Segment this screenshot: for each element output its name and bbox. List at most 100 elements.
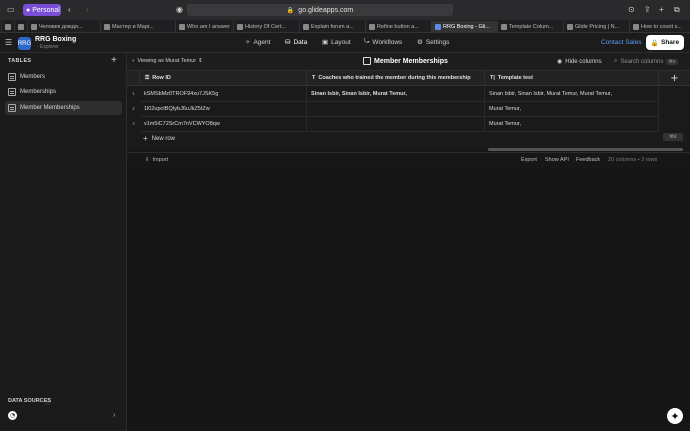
cell-coaches[interactable] (307, 102, 485, 117)
database-icon: ⛁ (285, 39, 291, 46)
tab[interactable]: Мастер и Марг... (100, 21, 175, 32)
favicon-icon (179, 23, 185, 30)
layout-icon: ▣ (322, 39, 329, 46)
column-row-counts: 20 columns • 3 rows (608, 157, 658, 163)
row-number: 1 (132, 91, 135, 96)
template-type-icon: T| (490, 75, 495, 81)
table-icon (8, 104, 16, 112)
table-icon (363, 57, 371, 65)
menu-icon[interactable]: ☰ (5, 38, 12, 47)
share-button[interactable]: 🔒 Share (646, 35, 684, 50)
add-table-icon[interactable]: + (111, 55, 117, 66)
tab[interactable]: Explain forum a... (299, 21, 365, 32)
sidebar-item-member-memberships[interactable]: Member Memberships (5, 101, 122, 115)
feedback-button[interactable]: Feedback (576, 157, 600, 163)
favicon-icon (501, 23, 507, 30)
tab[interactable]: History Of Cert... (233, 21, 299, 32)
glide-source-icon[interactable]: ◔ (8, 411, 17, 420)
nav-layout[interactable]: ▣ Layout (322, 38, 351, 47)
new-tab-icon[interactable]: + (659, 5, 664, 14)
header-rownum (127, 71, 140, 86)
tab[interactable]: Человек дождя... (27, 21, 100, 32)
tab[interactable]: Template Colum... (497, 21, 563, 32)
share-page-icon[interactable]: ⇪ (644, 5, 651, 14)
back-icon[interactable]: ‹ (68, 5, 71, 14)
nav-agent[interactable]: ✧ Agent (245, 38, 270, 47)
import-button[interactable]: ⇩ Import (145, 157, 168, 163)
tab-strip: Человек дождя... Мастер и Марг... Who am… (0, 20, 690, 33)
tab[interactable]: Glide Pricing | N... (563, 21, 629, 32)
profile-icon: ● (26, 6, 31, 14)
forward-icon[interactable]: › (86, 5, 89, 14)
profile-button[interactable]: ● Personal (23, 4, 61, 16)
viewing-as-selector[interactable]: ◐ Viewing as Murat Temur ⇕ (132, 58, 203, 64)
cell-coaches[interactable]: Sinan Isbir, Sinan Isbir, Murat Temur, (307, 87, 485, 102)
profile-label: Personal (32, 6, 60, 14)
tab-pinned-2[interactable] (14, 21, 27, 32)
new-row-button[interactable]: + New row (143, 134, 175, 143)
search-columns-input[interactable]: ⌕ Search columns ⌘K (614, 58, 678, 65)
app-name[interactable]: RRG Boxing (35, 36, 76, 43)
tab-overview-icon[interactable]: ⧉ (674, 5, 680, 15)
favicon-icon (567, 23, 573, 30)
favicon-icon (303, 23, 309, 30)
chevron-updown-icon: ⇕ (198, 58, 203, 64)
browser-toolbar: ▭ ● Personal ‹ › ◉ 🔒 go.glideapps.com ⊙ … (0, 0, 690, 20)
app-subtitle: · Explorer (37, 44, 59, 50)
row-number: 3 (132, 121, 135, 126)
info-icon[interactable]: ⓘ (45, 397, 51, 406)
add-column-button[interactable]: + (659, 71, 690, 86)
workflow-icon: ⤿ (364, 38, 370, 45)
cell-template-test[interactable]: Murat Temur, (485, 102, 659, 117)
sparkle-icon: ✧ (245, 39, 251, 46)
sidebar-toggle-icon[interactable]: ▭ (7, 5, 15, 14)
favicon-icon (31, 23, 37, 30)
horizontal-scrollbar[interactable] (488, 148, 683, 151)
contact-sales-link[interactable]: Contact Sales (601, 39, 641, 46)
expand-icon[interactable]: ⌘K (663, 133, 683, 141)
cell-row-id[interactable]: 1l02upctBQtybJ6uJkZ5tZw (140, 102, 307, 117)
show-api-button[interactable]: Show API (545, 157, 569, 163)
sidebar-item-memberships[interactable]: Memberships (5, 85, 122, 99)
text-type-icon: T (312, 75, 316, 81)
download-icon[interactable]: ⊙ (628, 5, 635, 14)
tab-active[interactable]: RRG Boxing - Gli... (431, 21, 497, 32)
import-icon: ⇩ (145, 157, 150, 163)
nav-settings[interactable]: ⚙ Settings (417, 38, 449, 47)
favicon-icon (633, 23, 639, 30)
cell-template-test[interactable]: Murat Temur, (485, 117, 659, 132)
tab[interactable]: Who am I answer (175, 21, 233, 32)
cell-coaches[interactable] (307, 117, 485, 132)
cell-row-id[interactable]: kSMSbMz0TROF94xu7JSK5g (140, 87, 307, 102)
hide-columns-button[interactable]: ◉ Hide columns (557, 58, 602, 66)
address-text: go.glideapps.com (298, 6, 354, 14)
tab[interactable]: How to count s... (629, 21, 690, 32)
tables-heading: TABLES (8, 58, 32, 64)
favicon-icon (18, 23, 24, 30)
shortcut-badge: ⌘K (666, 58, 678, 65)
table-icon (8, 73, 16, 81)
chevron-right-icon[interactable]: › (113, 412, 115, 419)
help-button[interactable]: ✦ (667, 408, 683, 424)
favicon-icon (5, 23, 11, 30)
export-button[interactable]: Export (521, 157, 537, 163)
cell-template-test[interactable]: Sinan Isbir, Sinan Isbir, Murat Temur, M… (485, 87, 659, 102)
sidebar-item-members[interactable]: Members (5, 70, 122, 84)
extension-icon[interactable]: ◉ (176, 5, 183, 14)
favicon-icon (104, 23, 110, 30)
tab[interactable]: Refine button a... (365, 21, 431, 32)
address-bar[interactable]: 🔒 go.glideapps.com (187, 4, 453, 16)
gear-icon: ⚙ (417, 39, 423, 46)
tab-pinned-1[interactable] (1, 21, 14, 32)
cell-row-id[interactable]: v1m5iC72SrCm7nVCWYO8qw (140, 117, 307, 132)
plus-icon: + (143, 134, 148, 143)
column-header-template-test[interactable]: T| Template test (485, 71, 659, 86)
column-header-coaches[interactable]: T Coaches who trained the member during … (307, 71, 485, 86)
favicon-icon (237, 23, 243, 30)
key-icon: ⚿ (145, 74, 150, 81)
nav-workflows[interactable]: ⤿ Workflows (364, 38, 402, 46)
nav-data[interactable]: ⛁ Data (285, 38, 307, 47)
row-number: 2 (132, 106, 135, 111)
search-icon: ⌕ (614, 58, 618, 64)
column-header-row-id[interactable]: ⚿ Row ID (140, 71, 307, 86)
